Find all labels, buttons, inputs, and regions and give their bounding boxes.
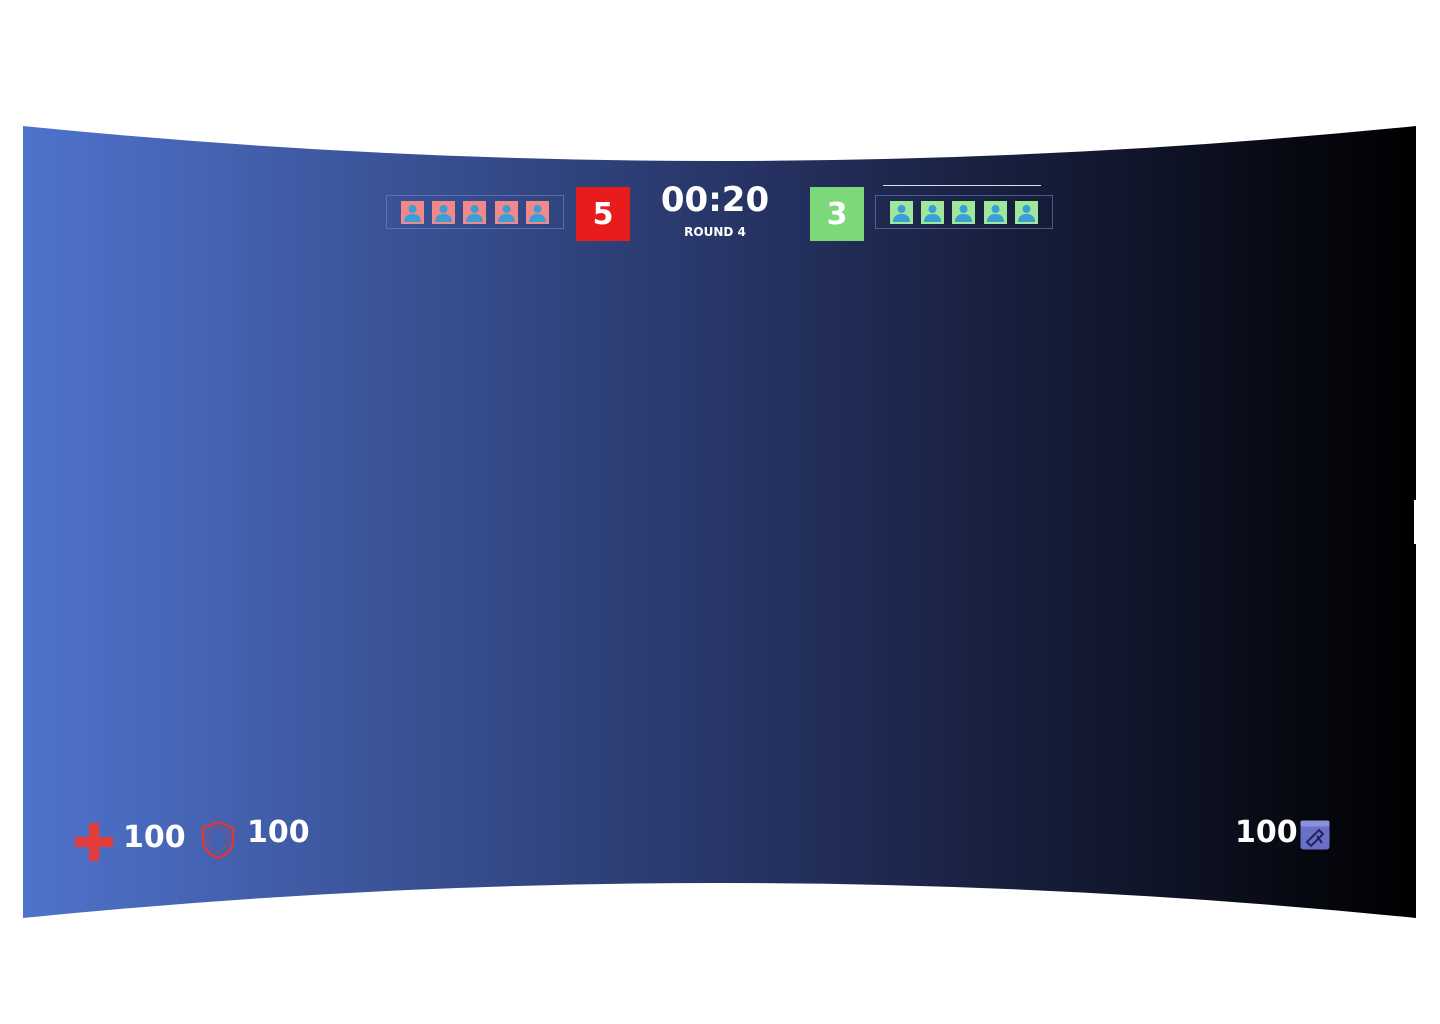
team-right-player-slot: [952, 200, 976, 224]
team-left-player-slot: [401, 200, 425, 224]
team-right-player-slot: [983, 200, 1007, 224]
team-left-player-slot: [432, 200, 456, 224]
player-avatar-icon: [991, 204, 1000, 213]
screen-surface: [23, 126, 1416, 918]
player-avatar-icon: [1022, 204, 1031, 213]
team-right-divider: [883, 185, 1041, 186]
armor-value: 100: [247, 815, 310, 850]
team-right-roster: [875, 195, 1053, 229]
team-left-player-slot: [494, 200, 518, 224]
round-label: ROUND 4: [684, 225, 746, 239]
player-avatar-icon: [897, 204, 906, 213]
team-left-roster: [386, 195, 564, 229]
team-right-score: 3: [810, 187, 864, 241]
player-avatar-icon: [533, 204, 542, 213]
team-left-player-slot: [525, 200, 549, 224]
game-hud: 5 00:20 ROUND 4 3 100 100 100: [0, 0, 1440, 1024]
ammo-icon: [1300, 820, 1330, 850]
player-avatar-icon: [959, 204, 968, 213]
player-avatar-icon: [439, 204, 448, 213]
shield-icon: [201, 820, 235, 860]
ammo-value: 100: [1235, 815, 1298, 850]
round-timer: 00:20: [660, 180, 770, 220]
player-avatar-icon: [470, 204, 479, 213]
health-cross-icon: [75, 823, 113, 861]
screen-edge-notch: [1414, 500, 1416, 544]
team-left-score: 5: [576, 187, 630, 241]
team-right-player-slot: [1014, 200, 1038, 224]
curved-screen: [23, 126, 1416, 918]
player-avatar-icon: [502, 204, 511, 213]
health-value: 100: [123, 820, 186, 855]
player-avatar-icon: [928, 204, 937, 213]
team-left-player-slot: [463, 200, 487, 224]
team-right-player-slot: [921, 200, 945, 224]
team-right-player-slot: [890, 200, 914, 224]
player-avatar-icon: [408, 204, 417, 213]
